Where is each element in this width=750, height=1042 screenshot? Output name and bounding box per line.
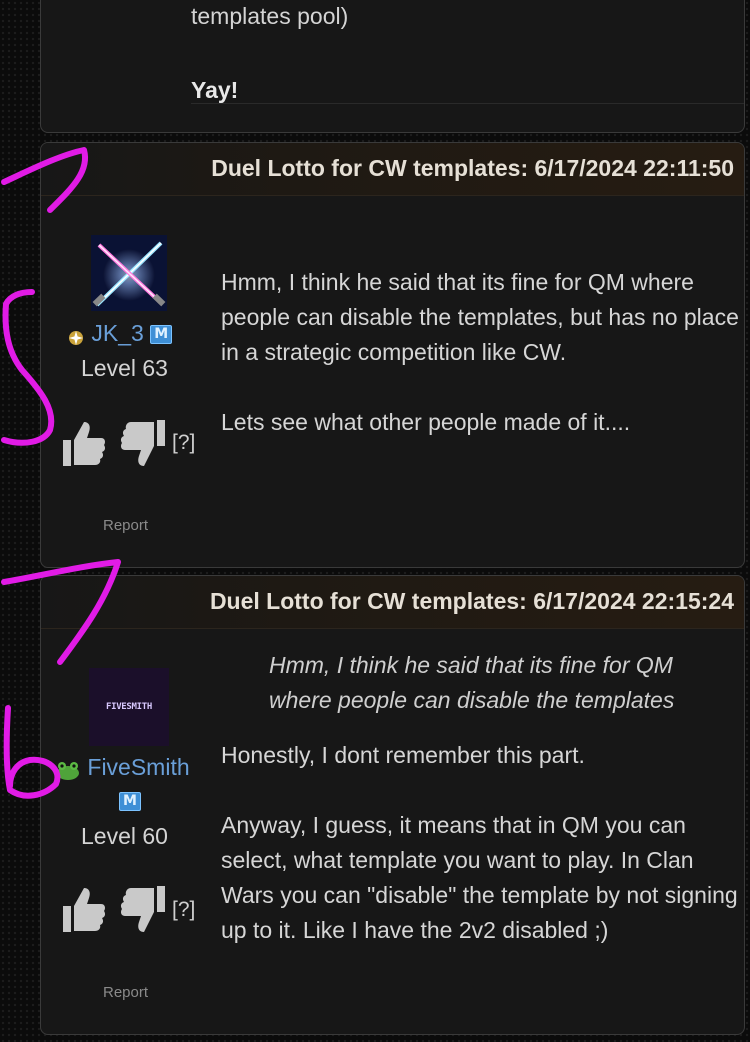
previous-post-card: templates pool) Yay!	[40, 0, 745, 133]
post-paragraph: Lets see what other people made of it...…	[221, 409, 631, 435]
user-avatar[interactable]	[91, 235, 167, 311]
divider	[191, 103, 744, 104]
report-link[interactable]: Report	[103, 984, 148, 1001]
previous-post-text: templates pool)	[191, 3, 349, 29]
quoted-text: Hmm, I think he said that its fine for Q…	[269, 652, 675, 713]
user-level: Level 60	[81, 823, 168, 849]
post-paragraph: Anyway, I guess, it means that in QM you…	[221, 812, 738, 943]
post-header: Duel Lotto for CW templates: 6/17/2024 2…	[41, 143, 744, 196]
vote-help-link[interactable]: [?]	[172, 431, 195, 455]
frog-icon	[55, 759, 81, 780]
post-title[interactable]: Duel Lotto for CW templates: 6/17/2024 2…	[211, 155, 734, 182]
user-avatar[interactable]: FIVESMITH	[89, 668, 169, 746]
post-paragraph: Honestly, I dont remember this part.	[221, 742, 585, 768]
thumbs-up-icon[interactable]	[59, 418, 107, 468]
username-link[interactable]: FiveSmith	[87, 754, 189, 780]
avatar-text: FIVESMITH	[105, 702, 153, 712]
user-level: Level 63	[81, 355, 168, 381]
username-row: JK_3 M	[67, 320, 173, 347]
member-badge-row: M	[119, 792, 141, 811]
clan-icon	[67, 326, 85, 345]
forum-post: Duel Lotto for CW templates: 6/17/2024 2…	[40, 575, 745, 1035]
post-title[interactable]: Duel Lotto for CW templates: 6/17/2024 2…	[210, 588, 734, 615]
member-badge-icon: M	[150, 325, 173, 345]
post-header: Duel Lotto for CW templates: 6/17/2024 2…	[41, 576, 744, 629]
thumbs-down-icon[interactable]	[113, 418, 165, 470]
post-body: Hmm, I think he said that its fine for Q…	[221, 648, 741, 948]
thumbs-down-icon[interactable]	[113, 884, 165, 936]
previous-post-closing: Yay!	[191, 77, 239, 103]
vote-help-link[interactable]: [?]	[172, 898, 195, 922]
post-paragraph: Hmm, I think he said that its fine for Q…	[221, 269, 739, 365]
report-link[interactable]: Report	[103, 517, 148, 534]
member-badge-icon: M	[119, 792, 141, 811]
username-row: FiveSmith	[55, 754, 190, 781]
forum-post: Duel Lotto for CW templates: 6/17/2024 2…	[40, 142, 745, 568]
post-body: Hmm, I think he said that its fine for Q…	[221, 265, 741, 440]
thumbs-up-icon[interactable]	[59, 884, 107, 934]
username-link[interactable]: JK_3	[91, 320, 143, 346]
